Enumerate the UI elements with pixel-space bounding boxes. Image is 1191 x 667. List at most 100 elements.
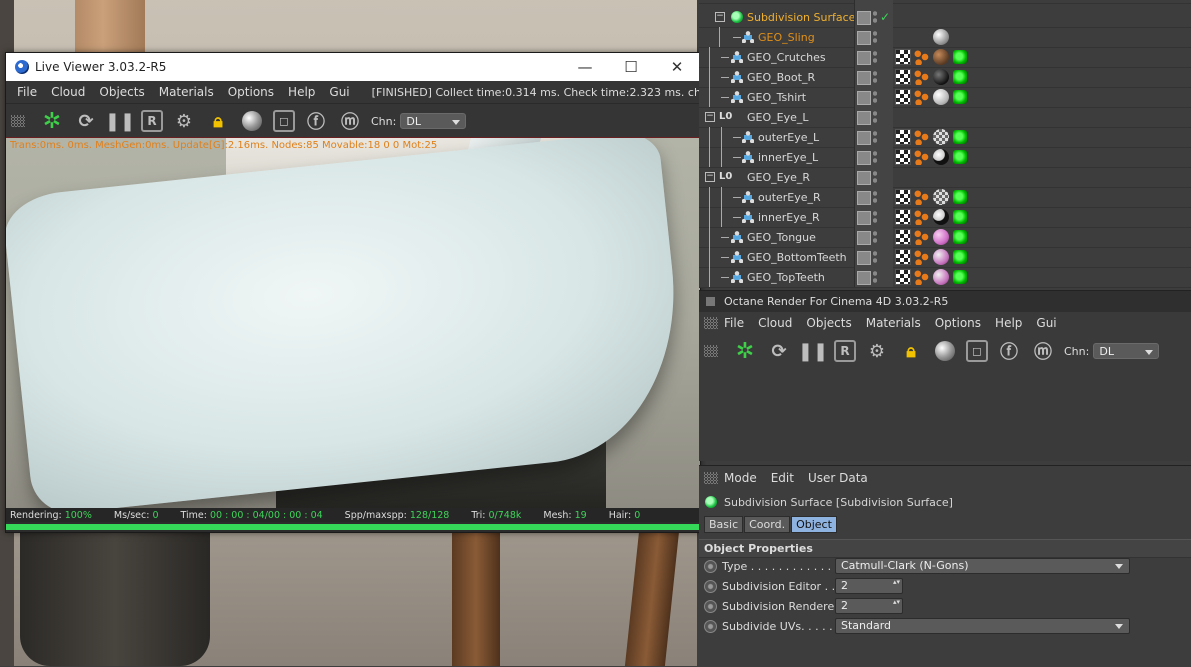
uvw-tag-icon[interactable] <box>913 249 929 265</box>
layer-toggle-icon[interactable] <box>857 231 871 245</box>
menu-edit[interactable]: Edit <box>771 471 794 485</box>
menu-file[interactable]: File <box>17 85 37 99</box>
object-name[interactable]: GEO_Eye_L <box>747 111 809 124</box>
region-render-icon[interactable]: R <box>834 340 856 362</box>
object-name[interactable]: GEO_BottomTeeth <box>747 251 847 264</box>
layer-toggle-icon[interactable] <box>857 11 871 25</box>
object-name[interactable]: outerEye_L <box>758 131 819 144</box>
menu-mode[interactable]: Mode <box>724 471 757 485</box>
focus-picker-icon[interactable]: ⓕ <box>996 338 1022 364</box>
object-row[interactable]: GEO_TopTeeth <box>699 267 1191 288</box>
object-row[interactable]: innerEye_R <box>699 207 1191 228</box>
layer-toggle-icon[interactable] <box>857 111 871 125</box>
texture-tag-icon[interactable] <box>895 89 911 105</box>
texture-tag-icon[interactable] <box>895 49 911 65</box>
collapse-icon[interactable]: − <box>715 12 725 22</box>
visibility-dots-icon[interactable] <box>873 250 877 264</box>
grip-icon[interactable] <box>704 317 718 329</box>
subdivide-uvs-select[interactable]: Standard <box>835 618 1130 634</box>
object-manager[interactable]: − Subdivision Surface ✓ GEO_Sling GEO_Cr… <box>699 0 1191 288</box>
focus-picker-icon[interactable]: ⓕ <box>303 108 329 134</box>
grip-icon[interactable] <box>704 472 718 484</box>
animate-radio-icon[interactable] <box>704 559 717 573</box>
texture-tag-icon[interactable] <box>895 269 911 285</box>
object-name[interactable]: Subdivision Surface <box>747 11 855 24</box>
material-tag-icon[interactable] <box>933 69 949 85</box>
octane-tag-icon[interactable] <box>953 90 967 104</box>
octane-tag-icon[interactable] <box>953 270 967 284</box>
menu-materials[interactable]: Materials <box>866 316 921 330</box>
texture-tag-icon[interactable] <box>895 129 911 145</box>
material-tag-icon[interactable] <box>933 89 949 105</box>
octane-render-panel[interactable]: Octane Render For Cinema 4D 3.03.2-R5 Fi… <box>699 290 1191 461</box>
restart-icon[interactable]: ⟳ <box>766 338 792 364</box>
octane-tag-icon[interactable] <box>953 130 967 144</box>
subdivision-editor-input[interactable]: 2 <box>835 578 903 594</box>
tab-basic[interactable]: Basic <box>704 516 744 533</box>
visibility-dots-icon[interactable] <box>873 90 877 104</box>
visibility-dots-icon[interactable] <box>873 10 877 24</box>
layer-toggle-icon[interactable] <box>857 31 871 45</box>
menu-gui[interactable]: Gui <box>1036 316 1056 330</box>
object-row[interactable]: GEO_Sling <box>699 27 1191 48</box>
object-row[interactable]: GEO_Boot_R <box>699 67 1191 88</box>
layer-toggle-icon[interactable] <box>857 191 871 205</box>
material-tag-icon[interactable] <box>933 49 949 65</box>
octane-tag-icon[interactable] <box>953 250 967 264</box>
minimize-button[interactable]: — <box>562 58 608 76</box>
texture-tag-icon[interactable] <box>895 229 911 245</box>
material-tag-icon[interactable] <box>933 189 949 205</box>
visibility-dots-icon[interactable] <box>873 270 877 284</box>
uvw-tag-icon[interactable] <box>913 269 929 285</box>
object-name[interactable]: outerEye_R <box>758 191 821 204</box>
enabled-check-icon[interactable]: ✓ <box>880 10 890 24</box>
menu-file[interactable]: File <box>724 316 744 330</box>
visibility-dots-icon[interactable] <box>873 130 877 144</box>
visibility-dots-icon[interactable] <box>873 190 877 204</box>
collapse-icon[interactable]: − <box>705 172 715 182</box>
object-name[interactable]: innerEye_R <box>758 211 820 224</box>
menu-objects[interactable]: Objects <box>99 85 144 99</box>
object-name[interactable]: GEO_Tongue <box>747 231 816 244</box>
object-row[interactable]: GEO_Tshirt <box>699 87 1191 108</box>
layer-toggle-icon[interactable] <box>857 71 871 85</box>
object-name[interactable]: GEO_Tshirt <box>747 91 806 104</box>
texture-tag-icon[interactable] <box>895 69 911 85</box>
region-render-icon[interactable]: R <box>141 110 163 132</box>
material-picker-icon[interactable]: ⓜ <box>1030 338 1056 364</box>
object-name[interactable]: GEO_Sling <box>758 31 815 44</box>
lock-icon[interactable]: 🔒︎ <box>205 108 231 134</box>
menu-cloud[interactable]: Cloud <box>758 316 792 330</box>
octane-render-icon[interactable]: ✲ <box>732 338 758 364</box>
menu-options[interactable]: Options <box>935 316 981 330</box>
visibility-dots-icon[interactable] <box>873 50 877 64</box>
texture-tag-icon[interactable] <box>895 149 911 165</box>
texture-tag-icon[interactable] <box>895 189 911 205</box>
material-tag-icon[interactable] <box>933 149 949 165</box>
object-row[interactable]: outerEye_L <box>699 127 1191 148</box>
channel-dropdown[interactable]: DL <box>400 113 467 129</box>
octane-tag-icon[interactable] <box>953 70 967 84</box>
octane-render-icon[interactable]: ✲ <box>39 108 65 134</box>
subdivision-renderer-input[interactable]: 2 <box>835 598 903 614</box>
clay-mode-icon[interactable]: ◻ <box>966 340 988 362</box>
tab-object[interactable]: Object <box>791 516 837 533</box>
object-row[interactable]: outerEye_R <box>699 187 1191 208</box>
object-name[interactable]: GEO_TopTeeth <box>747 271 825 284</box>
layer-toggle-icon[interactable] <box>857 171 871 185</box>
settings-gear-icon[interactable]: ⚙ <box>171 108 197 134</box>
close-button[interactable]: ✕ <box>654 58 700 76</box>
visibility-dots-icon[interactable] <box>873 110 877 124</box>
live-viewer-window[interactable]: Live Viewer 3.03.2-R5 — ☐ ✕ File Cloud O… <box>5 52 739 533</box>
animate-radio-icon[interactable] <box>704 579 717 593</box>
menu-help[interactable]: Help <box>288 85 315 99</box>
uvw-tag-icon[interactable] <box>913 49 929 65</box>
type-select[interactable]: Catmull-Clark (N-Gons) <box>835 558 1130 574</box>
object-name[interactable]: innerEye_L <box>758 151 818 164</box>
settings-gear-icon[interactable]: ⚙ <box>864 338 890 364</box>
maximize-button[interactable]: ☐ <box>608 58 654 76</box>
attribute-manager[interactable]: Mode Edit User Data Subdivision Surface … <box>699 465 1191 667</box>
octane-panel-titlebar[interactable]: Octane Render For Cinema 4D 3.03.2-R5 <box>699 291 1191 312</box>
grip-icon[interactable] <box>704 345 718 357</box>
visibility-dots-icon[interactable] <box>873 210 877 224</box>
